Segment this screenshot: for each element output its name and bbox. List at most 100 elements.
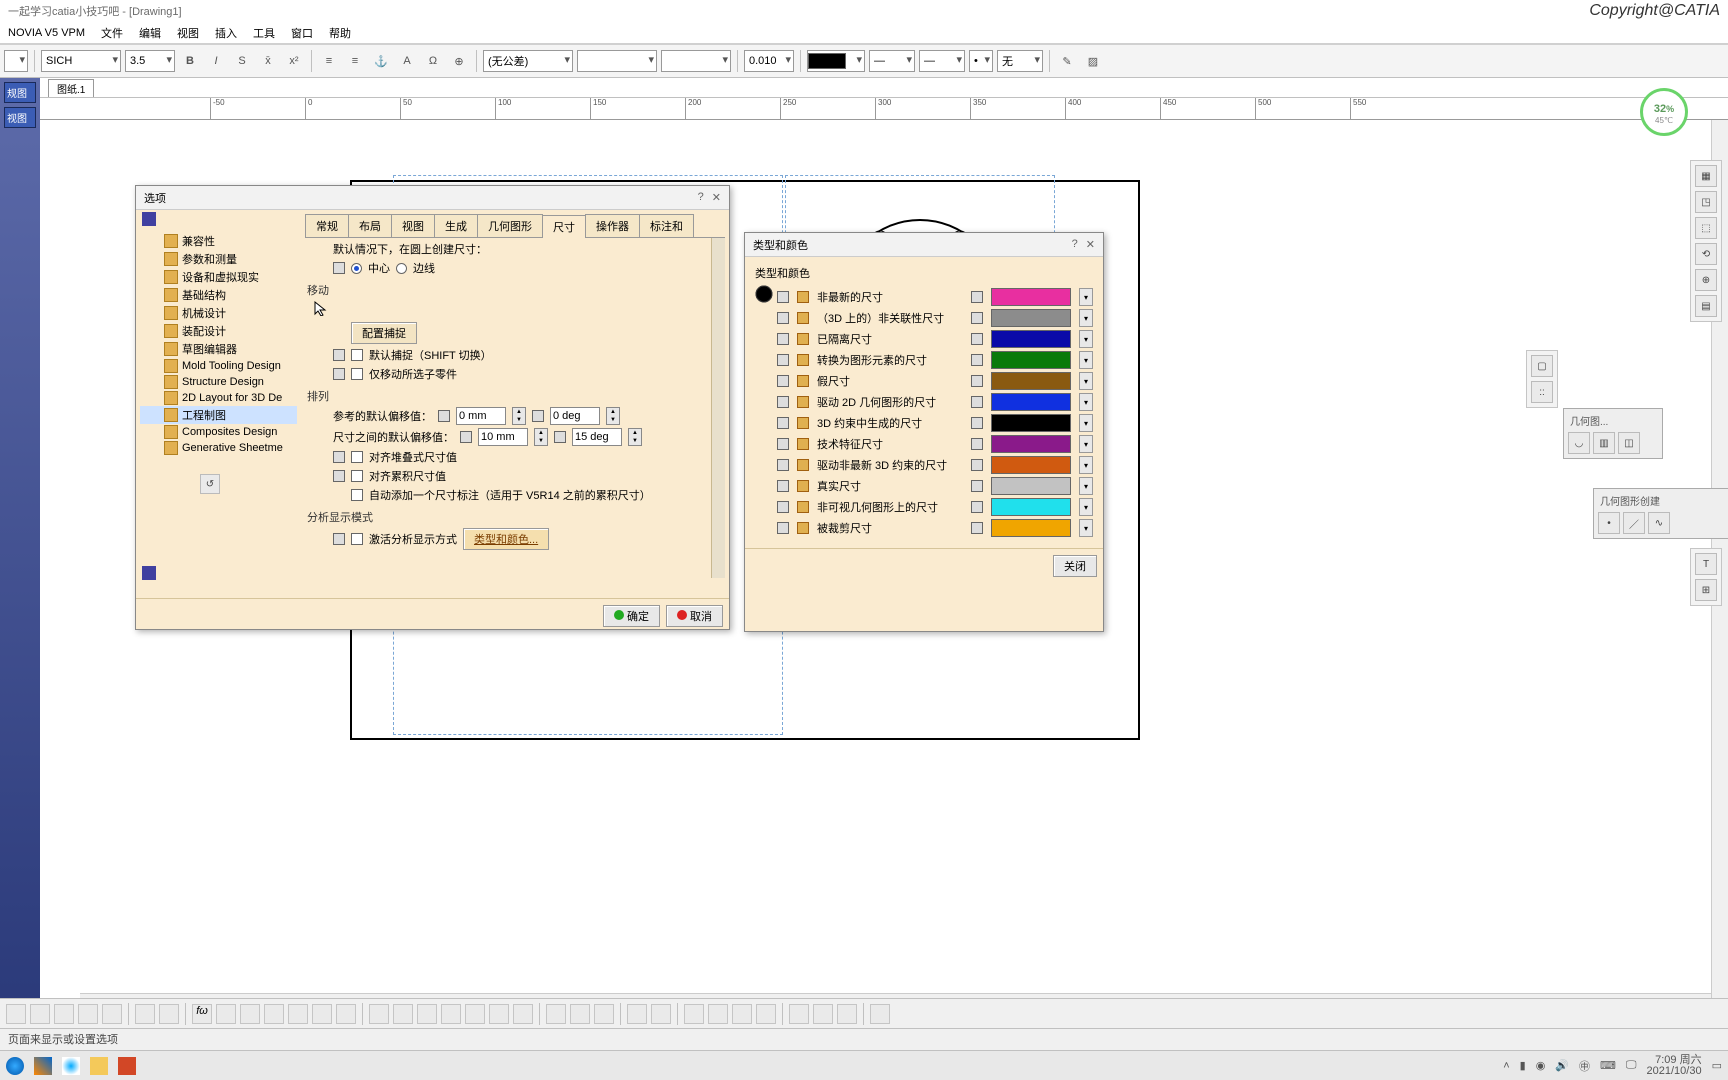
color-dropdown[interactable]: ▾: [1079, 498, 1093, 516]
menu-view[interactable]: 视图: [177, 25, 199, 41]
lock-icon[interactable]: [971, 417, 983, 429]
tree-item[interactable]: Composites Design: [140, 424, 297, 440]
spinner[interactable]: ▲▼: [512, 407, 526, 425]
configure-snap-button[interactable]: 配置捕捉: [351, 322, 417, 344]
edge-radio[interactable]: [396, 263, 407, 274]
color-swatch[interactable]: [991, 393, 1071, 411]
cancel-button[interactable]: 取消: [666, 605, 723, 627]
lock-icon[interactable]: [971, 396, 983, 408]
help-icon[interactable]: ?: [698, 191, 704, 204]
lock-icon[interactable]: [971, 438, 983, 450]
tb-icon[interactable]: [30, 1004, 50, 1024]
tool-icon[interactable]: ⊕: [1695, 269, 1717, 291]
lock-icon[interactable]: [777, 522, 789, 534]
tree-item[interactable]: 基础结构: [140, 286, 297, 304]
fontsize-dropdown[interactable]: 3.5: [125, 50, 175, 72]
lock-icon[interactable]: [777, 333, 789, 345]
point-dropdown[interactable]: •: [969, 50, 993, 72]
table-icon[interactable]: ⊞: [1695, 579, 1717, 601]
lock-icon[interactable]: [777, 438, 789, 450]
clock[interactable]: 7:09 周六2021/10/30: [1647, 1055, 1702, 1077]
text-icon[interactable]: T: [1695, 553, 1717, 575]
color-dropdown[interactable]: ▾: [1079, 309, 1093, 327]
tree-item[interactable]: 机械设计: [140, 304, 297, 322]
tb-icon[interactable]: [102, 1004, 122, 1024]
move-only-checkbox[interactable]: [351, 368, 363, 380]
options-tree[interactable]: 兼容性参数和测量设备和虚拟现实基础结构机械设计装配设计草图编辑器Mold Too…: [136, 210, 301, 598]
color-swatch[interactable]: [991, 414, 1071, 432]
menu-edit[interactable]: 编辑: [139, 25, 161, 41]
menu-help[interactable]: 帮助: [329, 25, 351, 41]
color-swatch[interactable]: [991, 351, 1071, 369]
lock-icon[interactable]: [333, 451, 345, 463]
lock-icon[interactable]: [777, 501, 789, 513]
tree-item[interactable]: 参数和测量: [140, 250, 297, 268]
arc-icon[interactable]: ◡: [1568, 432, 1590, 454]
options-tab[interactable]: 几何图形: [477, 214, 543, 237]
color-dropdown[interactable]: ▾: [1079, 519, 1093, 537]
tb-icon[interactable]: [159, 1004, 179, 1024]
tool-icon[interactable]: ▢: [1531, 355, 1553, 377]
color-dropdown[interactable]: ▾: [1079, 372, 1093, 390]
app-icon[interactable]: [34, 1057, 52, 1075]
tray-notification-icon[interactable]: ▭: [1712, 1059, 1722, 1072]
tb-icon[interactable]: [288, 1004, 308, 1024]
color-swatch[interactable]: [991, 435, 1071, 453]
options-tab[interactable]: 生成: [434, 214, 478, 237]
lock-icon[interactable]: [554, 431, 566, 443]
geometry-panel-1[interactable]: 几何图... ◡ ▥ ◫: [1563, 408, 1663, 459]
color-swatch[interactable]: [991, 330, 1071, 348]
eraser-icon[interactable]: [870, 1004, 890, 1024]
tool-icon[interactable]: ◳: [1695, 191, 1717, 213]
tree-item-view[interactable]: 视图: [4, 107, 36, 128]
spinner[interactable]: ▲▼: [534, 428, 548, 446]
overline-button[interactable]: x̄: [257, 50, 279, 72]
tb-icon[interactable]: [627, 1004, 647, 1024]
tree-item[interactable]: Generative Sheetme: [140, 440, 297, 456]
scroll-up-icon[interactable]: [142, 212, 156, 226]
precision-dropdown[interactable]: 0.010: [744, 50, 794, 72]
tb-icon[interactable]: [441, 1004, 461, 1024]
lock-icon[interactable]: [971, 333, 983, 345]
autoadd-checkbox[interactable]: [351, 489, 363, 501]
inter-offset-deg-input[interactable]: 15 deg: [572, 428, 622, 446]
ref-offset-deg-input[interactable]: 0 deg: [550, 407, 600, 425]
spinner[interactable]: ▲▼: [628, 428, 642, 446]
color-dropdown[interactable]: ▾: [1079, 393, 1093, 411]
color-dropdown[interactable]: ▾: [1079, 351, 1093, 369]
lock-icon[interactable]: [777, 480, 789, 492]
tree-item[interactable]: 设备和虚拟现实: [140, 268, 297, 286]
sheet-tab[interactable]: 图纸.1: [48, 79, 94, 97]
tray-360-icon[interactable]: ◉: [1536, 1059, 1546, 1072]
tree-item[interactable]: 装配设计: [140, 322, 297, 340]
activate-disp-checkbox[interactable]: [351, 533, 363, 545]
symbol-button[interactable]: Ω: [422, 50, 444, 72]
lock-icon[interactable]: [438, 410, 450, 422]
ie-icon[interactable]: [6, 1057, 24, 1075]
lock-icon[interactable]: [971, 480, 983, 492]
tree-item[interactable]: 2D Layout for 3D De: [140, 390, 297, 406]
tray-lang-icon[interactable]: ㊥: [1579, 1058, 1590, 1074]
tol-value2-dropdown[interactable]: [661, 50, 731, 72]
lock-icon[interactable]: [777, 396, 789, 408]
options-tab[interactable]: 操作器: [585, 214, 640, 237]
lock-icon[interactable]: [777, 417, 789, 429]
lock-icon[interactable]: [333, 533, 345, 545]
ok-button[interactable]: 确定: [603, 605, 660, 627]
anchor-button[interactable]: ⚓: [370, 50, 392, 72]
tb-icon[interactable]: [546, 1004, 566, 1024]
project-icon[interactable]: ◫: [1618, 432, 1640, 454]
options-tab[interactable]: 尺寸: [542, 215, 586, 238]
lock-icon[interactable]: [532, 410, 544, 422]
color-swatch[interactable]: [991, 498, 1071, 516]
lock-icon[interactable]: [333, 470, 345, 482]
strike-button[interactable]: S: [231, 50, 253, 72]
color-dropdown[interactable]: ▾: [1079, 456, 1093, 474]
insert-button[interactable]: ⊕: [448, 50, 470, 72]
lock-icon[interactable]: [777, 354, 789, 366]
menu-tools[interactable]: 工具: [253, 25, 275, 41]
linetype-label-dropdown[interactable]: 无: [997, 50, 1043, 72]
tb-icon[interactable]: [732, 1004, 752, 1024]
close-icon[interactable]: ✕: [1086, 238, 1095, 251]
menu-enovia[interactable]: NOVIA V5 VPM: [8, 27, 85, 39]
